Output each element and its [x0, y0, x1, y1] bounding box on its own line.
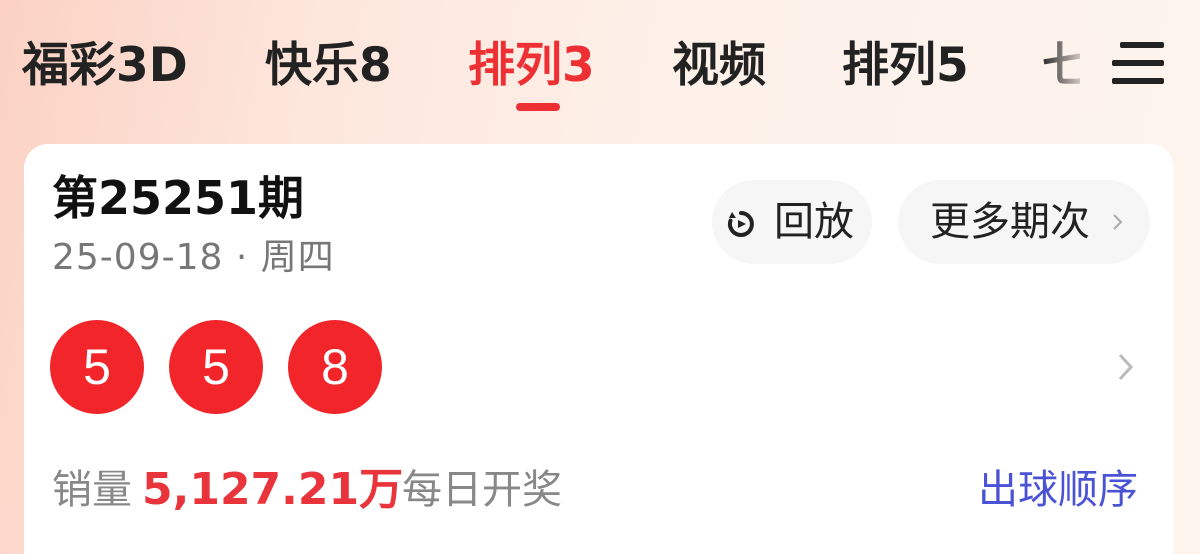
more-periods-button[interactable]: 更多期次 [898, 180, 1150, 264]
tab-kuaile-8[interactable]: 快乐8 [265, 36, 392, 96]
chevron-right-icon[interactable] [1114, 352, 1138, 382]
replay-icon [727, 211, 754, 237]
number-ball: 8 [288, 320, 382, 414]
sales-value: 5,127.21万 [142, 464, 404, 515]
tab-video[interactable]: 视频 [672, 36, 766, 96]
replay-button[interactable]: 回放 [712, 180, 872, 264]
tab-pailie-3[interactable]: 排列3 [468, 36, 595, 96]
chevron-right-icon [1113, 214, 1123, 230]
more-periods-label: 更多期次 [930, 199, 1090, 245]
tab-fucai-3d[interactable]: 福彩3D [22, 36, 188, 96]
lottery-tabs: 福彩3D 快乐8 排列3 视频 排列5 七 [0, 0, 1200, 140]
draw-schedule: 每日开奖 [402, 467, 562, 513]
replay-label: 回放 [774, 199, 854, 245]
tab-pailie-5[interactable]: 排列5 [842, 36, 969, 96]
number-ball: 5 [50, 320, 144, 414]
menu-icon[interactable] [1112, 40, 1164, 86]
number-ball: 5 [169, 320, 263, 414]
ball-order-link[interactable]: 出球顺序 [978, 466, 1138, 514]
draw-date: 25-09-18 · 周四 [52, 237, 335, 278]
sales-label: 销量 [52, 467, 132, 513]
draw-result-card: 第25251期 25-09-18 · 周四 回放 更多期次 5 5 8 销量 5… [24, 144, 1174, 554]
tab-scroll-fade [1040, 30, 1104, 110]
active-tab-indicator [516, 103, 560, 111]
draw-period: 第25251期 [52, 171, 305, 225]
